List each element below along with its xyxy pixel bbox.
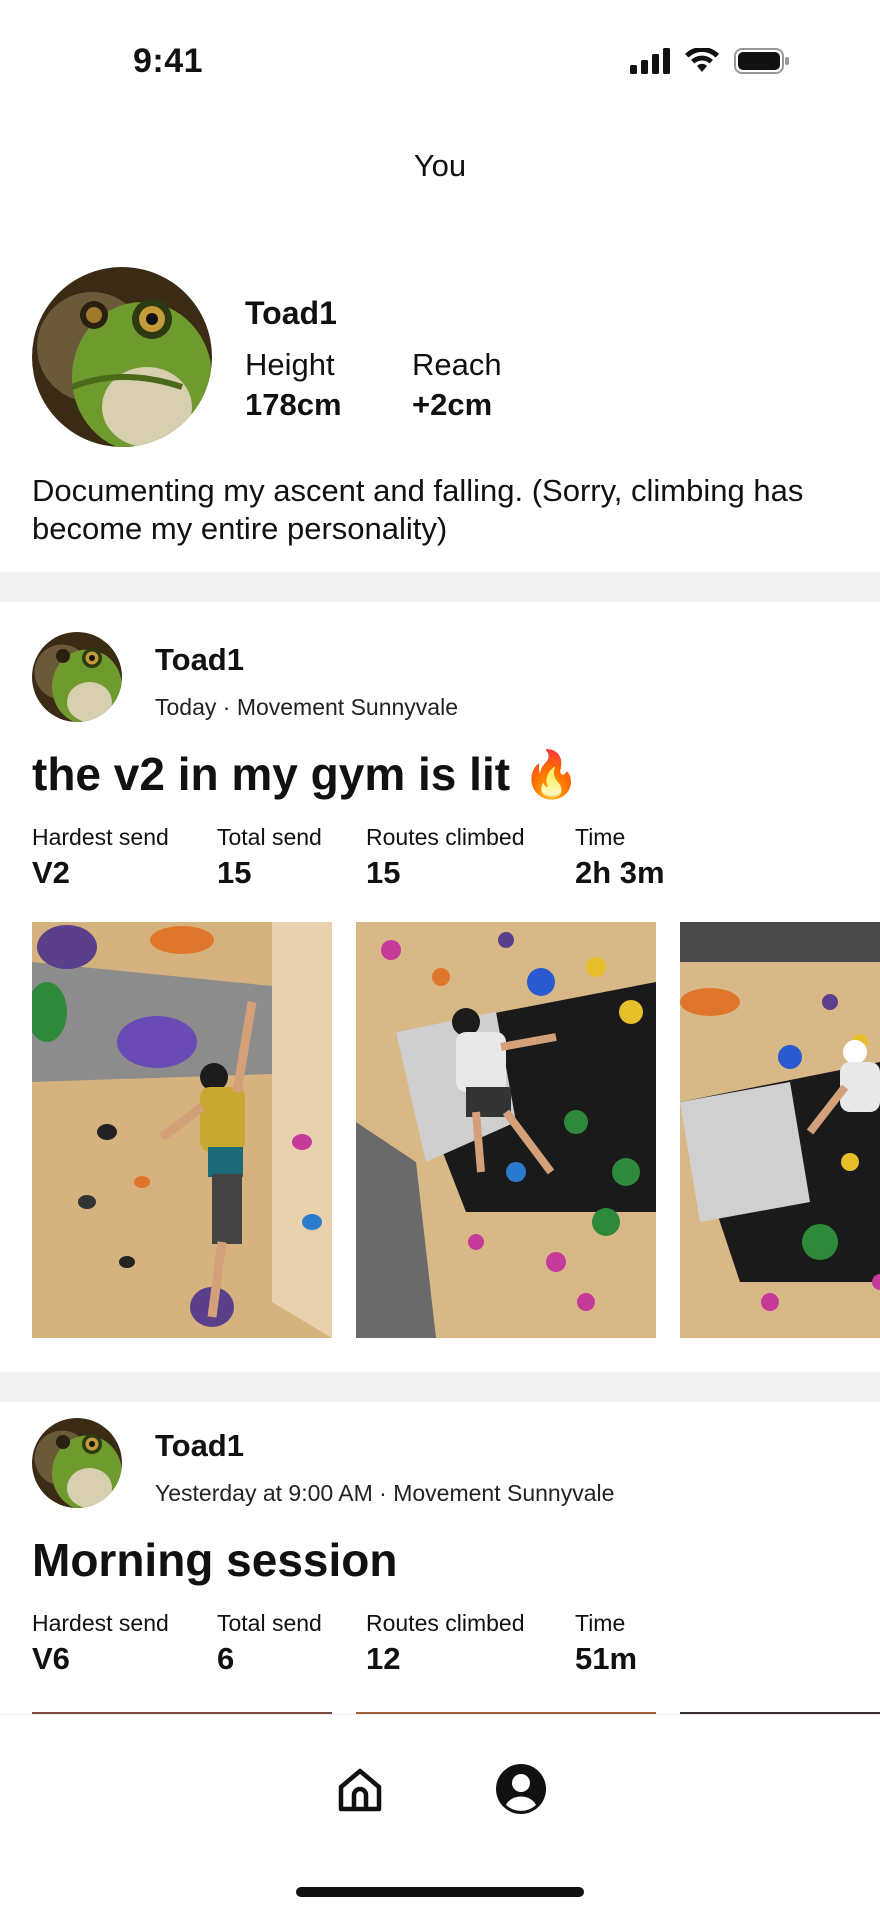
frog-avatar-image [32,1418,122,1508]
home-icon [338,1768,382,1812]
height-value: 178cm [245,387,342,422]
status-icons [630,48,790,74]
profile-name: Toad1 [245,295,337,331]
avatar[interactable] [32,267,212,447]
post-meta: Today · Movement Sunnyvale [155,694,458,720]
stat-hardest-send: Hardest send V2 [32,824,169,891]
profile-bio: Documenting my ascent and falling. (Sorr… [32,473,804,546]
activity-post[interactable]: Toad1 Yesterday at 9:00 AM · Movement Su… [0,1388,880,1722]
reach-metric: Reach +2cm [412,347,502,423]
stat-label: Total send [217,824,322,850]
climbing-photo[interactable] [356,922,656,1338]
status-time: 9:41 [133,42,204,80]
stat-value: 15 [217,855,252,890]
photo-carousel[interactable] [32,922,880,1338]
stat-label: Routes climbed [366,1610,525,1636]
stat-hardest-send: Hardest send V6 [32,1610,169,1677]
climbing-photo[interactable] [32,922,332,1338]
stat-label: Routes climbed [366,824,525,850]
tab-bar [0,1715,880,1912]
post-author[interactable]: Toad1 [155,1428,244,1464]
frog-avatar-image [32,632,122,722]
stat-label: Time [575,824,626,850]
height-label: Height [245,347,335,382]
avatar[interactable] [32,1418,122,1508]
frog-avatar-image [32,267,212,447]
stat-value: V2 [32,855,70,890]
wifi-icon [685,48,719,72]
stat-routes-climbed: Routes climbed 15 [366,824,525,891]
signal-icon [630,48,670,74]
stat-label: Total send [217,1610,322,1636]
stat-total-send: Total send 6 [217,1610,322,1677]
stat-label: Time [575,1610,626,1636]
tab-profile[interactable] [495,1763,547,1815]
page-title: You [413,148,467,183]
stat-label: Hardest send [32,1610,169,1636]
climbing-photo[interactable] [680,922,880,1338]
reach-label: Reach [412,347,502,382]
stat-value: 6 [217,1641,235,1676]
status-bar: 9:41 [0,0,880,100]
stat-value: 51m [575,1641,638,1676]
stat-total-send: Total send 15 [217,824,322,891]
post-meta: Yesterday at 9:00 AM · Movement Sunnyval… [155,1480,615,1506]
stat-label: Hardest send [32,824,169,850]
section-divider [0,572,880,602]
post-title[interactable]: the v2 in my gym is lit 🔥 [32,747,580,802]
profile-icon [496,1764,546,1814]
stat-routes-climbed: Routes climbed 12 [366,1610,525,1677]
activity-post[interactable]: Toad1 Today · Movement Sunnyvale the v2 … [0,602,880,1372]
profile-section: Toad1 Height 178cm Reach +2cm Documentin… [0,255,880,571]
reach-value: +2cm [412,387,493,422]
stat-time: Time 51m [575,1610,637,1677]
post-author[interactable]: Toad1 [155,642,244,678]
avatar[interactable] [32,632,122,722]
tab-home[interactable] [335,1765,385,1815]
stat-value: 2h 3m [575,855,665,890]
stat-time: Time 2h 3m [575,824,665,891]
home-indicator [296,1887,584,1897]
stat-value: 15 [366,855,401,890]
battery-icon [734,48,789,74]
stat-value: V6 [32,1641,70,1676]
height-metric: Height 178cm [245,347,342,423]
post-title[interactable]: Morning session [32,1533,397,1587]
stat-value: 12 [366,1641,401,1676]
